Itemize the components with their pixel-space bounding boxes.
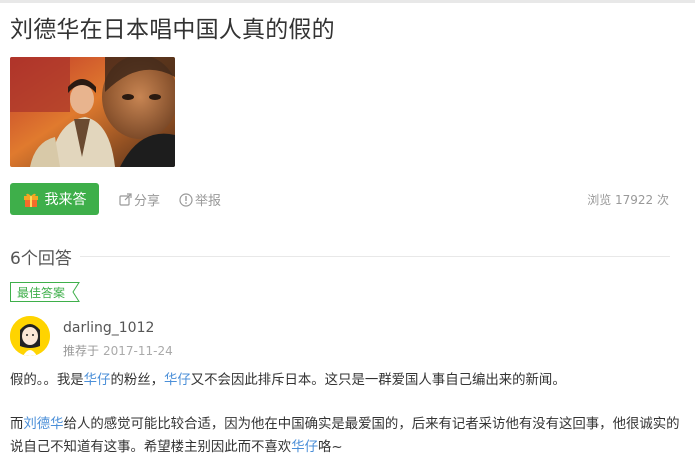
answer-paragraph-1: 假的。。我是华仔的粉丝，华仔又不会因此排斥日本。这只是一群爱国人事自己编出来的新… [10, 369, 680, 392]
share-link[interactable]: 分享 [119, 190, 160, 209]
keyword-link[interactable]: 华仔 [164, 373, 191, 388]
concert-photo [10, 57, 175, 167]
avatar[interactable] [10, 316, 50, 356]
answer-text: 的粉丝， [110, 373, 164, 388]
answer-button[interactable]: 我来答 [10, 183, 99, 215]
report-label: 举报 [195, 194, 222, 209]
top-border [0, 0, 695, 3]
report-link[interactable]: 举报 [179, 190, 221, 209]
share-icon [119, 193, 132, 206]
avatar-image [10, 316, 50, 356]
keyword-link[interactable]: 华仔 [291, 440, 318, 455]
recommend-label: 推荐于 [63, 344, 100, 358]
answer-date: 2017-11-24 [103, 344, 173, 358]
answer-text: 咯~ [317, 440, 343, 455]
question-image[interactable] [10, 57, 175, 167]
gift-icon [23, 193, 38, 207]
recommend-info: 推荐于 2017-11-24 [63, 342, 173, 359]
answer-text: 给人的感觉可能比较合适，因为他在中国确实是最爱国的，后来有记者采访他有没有这回事… [10, 417, 680, 455]
keyword-link[interactable]: 刘德华 [23, 417, 63, 432]
share-label: 分享 [134, 194, 161, 209]
best-answer-label: 最佳答案 [17, 286, 66, 300]
answer-count: 6个回答 [10, 249, 72, 269]
keyword-link[interactable]: 华仔 [84, 373, 111, 388]
answers-divider [10, 256, 670, 257]
page-title: 刘德华在日本唱中国人真的假的 [10, 17, 335, 43]
view-count: 浏览 17922 次 [587, 193, 669, 207]
best-answer-badge: 最佳答案 [10, 282, 80, 302]
answer-paragraph-2: 而刘德华给人的感觉可能比较合适，因为他在中国确实是最爱国的，后来有记者采访他有没… [10, 413, 680, 459]
answer-text: 又不会因此排斥日本。这只是一群爱国人事自己编出来的新闻。 [190, 373, 566, 388]
report-icon [179, 192, 193, 207]
answer-username[interactable]: darling_1012 [63, 320, 154, 336]
answer-button-label: 我来答 [44, 192, 87, 208]
answer-text: 而 [10, 417, 24, 432]
answer-text: 假的。。我是 [10, 373, 84, 388]
